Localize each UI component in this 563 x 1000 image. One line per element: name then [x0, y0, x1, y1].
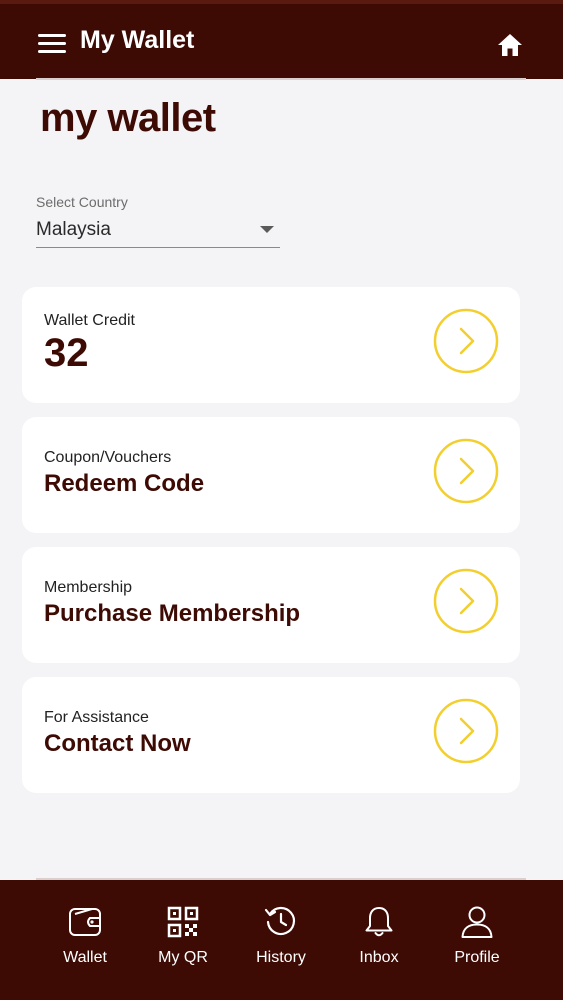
page-title: my wallet	[40, 96, 216, 140]
country-select-value: Malaysia	[36, 219, 111, 240]
header-divider	[36, 78, 526, 80]
history-icon	[264, 906, 296, 936]
top-app-bar: My Wallet	[0, 0, 563, 79]
nav-item-my-qr[interactable]: My QR	[134, 880, 232, 1000]
wallet-credit-value: 32	[44, 331, 89, 375]
qr-code-icon	[167, 906, 199, 938]
wallet-icon	[69, 908, 101, 936]
assistance-card[interactable]: For Assistance Contact Now	[22, 677, 520, 793]
home-icon[interactable]	[496, 32, 524, 58]
wallet-credit-card[interactable]: Wallet Credit 32	[22, 287, 520, 403]
nav-label-history: History	[256, 949, 306, 966]
nav-label-wallet: Wallet	[63, 949, 107, 966]
nav-item-profile[interactable]: Profile	[428, 880, 526, 1000]
coupon-vouchers-label: Coupon/Vouchers	[44, 449, 172, 466]
app-title: My Wallet	[80, 26, 195, 54]
purchase-membership-value: Purchase Membership	[44, 600, 301, 627]
nav-label-my-qr: My QR	[158, 949, 208, 966]
bell-icon	[365, 907, 393, 937]
country-select[interactable]: Malaysia	[36, 214, 280, 248]
chevron-right-circle-icon[interactable]	[433, 698, 499, 764]
nav-item-history[interactable]: History	[232, 880, 330, 1000]
redeem-code-card[interactable]: Coupon/Vouchers Redeem Code	[22, 417, 520, 533]
nav-item-inbox[interactable]: Inbox	[330, 880, 428, 1000]
country-select-label: Select Country	[36, 194, 128, 210]
chevron-right-circle-icon[interactable]	[433, 438, 499, 504]
membership-card[interactable]: Membership Purchase Membership	[22, 547, 520, 663]
user-icon	[461, 906, 493, 938]
wallet-credit-label: Wallet Credit	[44, 312, 135, 329]
nav-label-profile: Profile	[454, 949, 500, 966]
nav-item-wallet[interactable]: Wallet	[36, 880, 134, 1000]
chevron-right-circle-icon[interactable]	[433, 568, 499, 634]
bottom-navigation: Wallet My QR History Inbox Profile	[0, 880, 563, 1000]
contact-now-value: Contact Now	[44, 730, 191, 757]
redeem-code-value: Redeem Code	[44, 470, 205, 497]
nav-label-inbox: Inbox	[359, 949, 399, 966]
membership-label: Membership	[44, 579, 133, 596]
assistance-label: For Assistance	[44, 709, 149, 726]
chevron-right-circle-icon[interactable]	[433, 308, 499, 374]
dropdown-caret-icon	[260, 226, 274, 233]
app-screen: My Wallet my wallet Select Country Malay…	[0, 0, 563, 1000]
hamburger-icon[interactable]	[38, 32, 66, 54]
